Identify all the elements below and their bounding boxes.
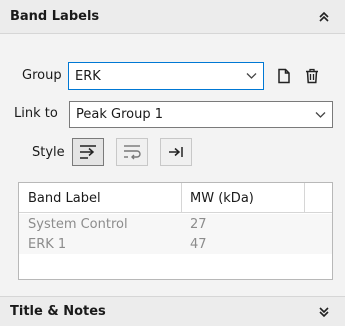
group-value: ERK bbox=[75, 68, 101, 84]
cell-mw: 47 bbox=[190, 237, 207, 252]
column-header-band-label[interactable]: Band Label bbox=[28, 183, 101, 213]
title-notes-header[interactable]: Title & Notes bbox=[0, 296, 345, 326]
link-to-value: Peak Group 1 bbox=[76, 107, 163, 122]
group-label: Group bbox=[22, 68, 62, 83]
table-header: Band Label MW (kDa) bbox=[19, 183, 332, 213]
wrap-arrow-icon bbox=[80, 145, 96, 159]
tab-stop-icon bbox=[169, 147, 183, 157]
band-labels-title: Band Labels bbox=[10, 9, 100, 24]
title-notes-title: Title & Notes bbox=[10, 304, 106, 319]
cell-mw: 27 bbox=[190, 217, 207, 232]
collapse-chevron-icon[interactable] bbox=[317, 10, 331, 24]
trash-icon[interactable] bbox=[303, 66, 321, 86]
style-label: Style bbox=[32, 145, 65, 160]
cell-band-label: ERK 1 bbox=[28, 237, 67, 252]
style-wrap-arrow-button[interactable] bbox=[72, 138, 104, 166]
band-labels-header[interactable]: Band Labels bbox=[0, 0, 345, 34]
chevron-down-icon bbox=[315, 111, 326, 118]
column-divider bbox=[181, 183, 182, 213]
column-divider bbox=[304, 183, 305, 213]
column-header-mw[interactable]: MW (kDa) bbox=[190, 183, 254, 213]
new-file-icon[interactable] bbox=[275, 66, 293, 86]
style-wrap-lines-button[interactable] bbox=[116, 138, 148, 166]
band-label-table[interactable]: Band Label MW (kDa) System Control 27 ER… bbox=[18, 182, 333, 280]
group-combobox[interactable]: ERK bbox=[68, 62, 264, 90]
link-to-label: Link to bbox=[14, 106, 58, 121]
wrap-lines-icon bbox=[124, 145, 141, 160]
style-tab-stop-button[interactable] bbox=[160, 138, 192, 166]
cell-band-label: System Control bbox=[28, 217, 128, 232]
expand-chevron-icon[interactable] bbox=[317, 305, 331, 319]
table-row[interactable]: System Control 27 bbox=[19, 214, 332, 234]
table-row[interactable]: ERK 1 47 bbox=[19, 234, 332, 254]
chevron-down-icon bbox=[246, 73, 257, 79]
link-to-combobox[interactable]: Peak Group 1 bbox=[69, 101, 333, 128]
